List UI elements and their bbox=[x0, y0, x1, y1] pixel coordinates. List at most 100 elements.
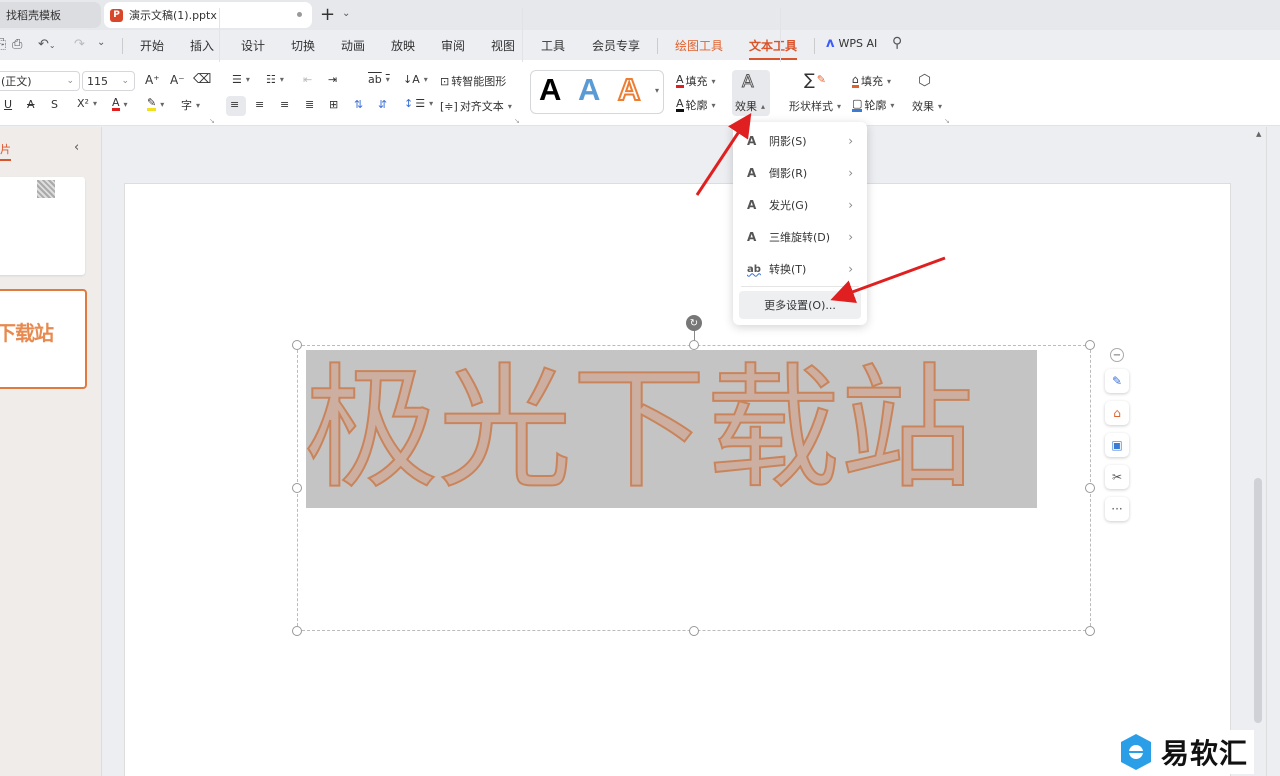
search-icon[interactable]: ⚲ bbox=[892, 35, 902, 51]
qr-code-image bbox=[37, 180, 55, 198]
wordart-style-orange-outline[interactable]: A bbox=[617, 71, 641, 108]
distribute-icon[interactable]: ⊞ bbox=[329, 98, 338, 111]
line-spacing-icon[interactable]: ↕ ☰ ▾ bbox=[404, 97, 433, 110]
numbering-icon[interactable]: ☷ ▾ bbox=[266, 73, 284, 86]
float-more-icon[interactable]: ··· bbox=[1105, 497, 1129, 521]
superscript-icon[interactable]: X² ▾ bbox=[77, 97, 97, 110]
text-effect-label-wrap[interactable]: 效果 ▴ bbox=[735, 98, 765, 114]
menu-member[interactable]: 会员专享 bbox=[592, 37, 640, 54]
wordart-style-blue[interactable]: A bbox=[578, 72, 600, 108]
rotate-handle-icon[interactable]: ↻ bbox=[686, 315, 702, 331]
slide-thumbnail-1[interactable] bbox=[0, 177, 85, 275]
paragraph-dialog-launcher-icon[interactable]: ↘ bbox=[514, 117, 520, 125]
scrollbar-thumb[interactable] bbox=[1254, 478, 1262, 723]
font-color-button[interactable]: A ▾ bbox=[112, 97, 128, 111]
float-outline-icon[interactable]: ▣ bbox=[1105, 433, 1129, 457]
glow-a-icon: A bbox=[747, 198, 757, 212]
align-text-button[interactable]: [≑] 对齐文本 ▾ bbox=[440, 98, 512, 114]
increase-font-size-icon[interactable]: A⁺ bbox=[145, 73, 160, 87]
float-tools-icon[interactable]: ✂ bbox=[1105, 465, 1129, 489]
increase-indent-icon[interactable]: ⇥ bbox=[328, 73, 337, 86]
redo-icon[interactable]: ↷ bbox=[74, 37, 85, 52]
align-right-icon[interactable]: ≡ bbox=[280, 98, 289, 111]
bullets-icon[interactable]: ☰ ▾ bbox=[232, 73, 250, 86]
menu-item-reflection[interactable]: A 倒影(R) › bbox=[733, 158, 867, 188]
resize-handle-se[interactable] bbox=[1085, 626, 1095, 636]
tab-presentation[interactable]: P 演示文稿(1).pptx bbox=[104, 2, 312, 28]
gallery-more-icon[interactable]: ▾ bbox=[655, 86, 659, 95]
clear-format-icon[interactable]: ⌫ bbox=[193, 72, 211, 87]
font-size-select[interactable]: 115 ⌄ bbox=[82, 71, 135, 91]
shape-dialog-launcher-icon[interactable]: ↘ bbox=[944, 117, 950, 125]
text-fill-button[interactable]: A 填充 ▾ bbox=[676, 73, 716, 89]
quick-access-more-icon[interactable]: ⌄ bbox=[97, 37, 105, 48]
wordart-style-black[interactable]: A bbox=[539, 72, 561, 108]
font-dialog-launcher-icon[interactable]: ↘ bbox=[209, 117, 215, 125]
resize-handle-sw[interactable] bbox=[292, 626, 302, 636]
menu-review[interactable]: 审阅 bbox=[441, 37, 465, 54]
convert-smartart-button[interactable]: ⊡ 转智能图形 bbox=[440, 73, 506, 89]
menu-drawing-tools[interactable]: 绘图工具 bbox=[675, 37, 723, 54]
save-icon[interactable]: ⎘ bbox=[0, 37, 6, 52]
menu-text-tools[interactable]: 文本工具 bbox=[749, 37, 798, 60]
sort-text-icon[interactable]: ↓A ▾ bbox=[403, 73, 428, 86]
wps-ai-button[interactable]: ʌ WPS AI bbox=[826, 36, 877, 51]
tab-list-chevron-icon[interactable]: ⌄ bbox=[342, 8, 350, 19]
line-spacing-down-icon[interactable]: ⇵ bbox=[378, 98, 387, 111]
menu-item-3d-rotation[interactable]: A 三维旋转(D) › bbox=[733, 222, 867, 252]
highlight-button[interactable]: ✎ ▾ bbox=[147, 97, 164, 111]
menu-slideshow[interactable]: 放映 bbox=[391, 37, 415, 54]
collapse-panel-icon[interactable]: ‹ bbox=[74, 140, 79, 155]
align-center-icon[interactable]: ≡ bbox=[255, 98, 264, 111]
menu-view[interactable]: 视图 bbox=[491, 37, 515, 54]
menu-tools[interactable]: 工具 bbox=[541, 37, 565, 54]
shape-fill-button[interactable]: ⌂ 填充 ▾ bbox=[852, 73, 891, 89]
resize-handle-nw[interactable] bbox=[292, 340, 302, 350]
menu-transitions[interactable]: 切换 bbox=[291, 37, 315, 54]
decrease-font-size-icon[interactable]: A⁻ bbox=[170, 73, 185, 87]
phonetic-guide-icon[interactable]: 字 ▾ bbox=[181, 97, 200, 113]
decrease-indent-icon[interactable]: ⇤ bbox=[303, 73, 312, 86]
underline-icon[interactable]: U bbox=[4, 98, 12, 111]
menu-home[interactable]: 开始 bbox=[140, 37, 164, 54]
format-painter-icon[interactable]: ✎ bbox=[1105, 369, 1129, 393]
shape-effect-button[interactable]: 效果 ▾ bbox=[912, 98, 942, 114]
3d-rotation-a-icon: A bbox=[747, 230, 757, 244]
line-spacing-up-icon[interactable]: ⇅ bbox=[354, 98, 363, 111]
justify-icon[interactable]: ≣ bbox=[305, 98, 314, 111]
text-direction-icon[interactable]: ab ▾ bbox=[368, 73, 390, 86]
unsaved-dot-icon[interactable] bbox=[297, 12, 302, 17]
undo-icon[interactable]: ↶⌄ bbox=[38, 37, 56, 52]
float-fill-icon[interactable]: ⌂ bbox=[1105, 401, 1129, 425]
tab-docer-templates[interactable]: ◐ 找稻壳模板 bbox=[0, 2, 101, 28]
resize-handle-s[interactable] bbox=[689, 626, 699, 636]
menu-item-more-settings[interactable]: 更多设置(O)... bbox=[739, 291, 861, 319]
transform-ab-icon: ab bbox=[747, 263, 761, 275]
text-outline-button[interactable]: A 轮廓 ▾ bbox=[676, 97, 716, 113]
highlight-icon: ✎ bbox=[147, 96, 157, 111]
slide-thumbnail-2[interactable]: 下载站 bbox=[0, 289, 87, 389]
new-tab-button[interactable]: + bbox=[320, 4, 335, 25]
resize-handle-n[interactable] bbox=[689, 340, 699, 350]
menu-item-transform[interactable]: ab 转换(T) › bbox=[733, 254, 867, 284]
shape-style-button[interactable]: 形状样式 ▾ bbox=[789, 98, 841, 114]
menu-item-shadow[interactable]: A 阴影(S) › bbox=[733, 126, 867, 156]
menu-design[interactable]: 设计 bbox=[241, 37, 265, 54]
font-name-select[interactable]: (正文) ⌄ bbox=[0, 71, 80, 91]
shape-outline-button[interactable]: ▢ 轮廓 ▾ bbox=[852, 97, 894, 113]
text-shadow-icon[interactable]: S bbox=[51, 98, 58, 111]
resize-handle-ne[interactable] bbox=[1085, 340, 1095, 350]
print-preview-icon[interactable]: ⎙ bbox=[12, 37, 22, 52]
resize-handle-w[interactable] bbox=[292, 483, 302, 493]
menu-animations[interactable]: 动画 bbox=[341, 37, 365, 54]
slides-panel-title[interactable]: 片 bbox=[0, 141, 11, 161]
tab-label: 演示文稿(1).pptx bbox=[129, 9, 217, 22]
collapse-float-toolbar-icon[interactable]: − bbox=[1110, 348, 1124, 362]
menu-item-glow[interactable]: A 发光(G) › bbox=[733, 190, 867, 220]
strikethrough-icon[interactable]: A bbox=[27, 98, 35, 111]
menu-insert[interactable]: 插入 bbox=[190, 37, 214, 54]
align-left-icon[interactable]: ≡ bbox=[230, 98, 239, 111]
scroll-up-icon[interactable]: ▲ bbox=[1256, 130, 1261, 138]
resize-handle-e[interactable] bbox=[1085, 483, 1095, 493]
text-box-selection[interactable] bbox=[297, 345, 1091, 631]
